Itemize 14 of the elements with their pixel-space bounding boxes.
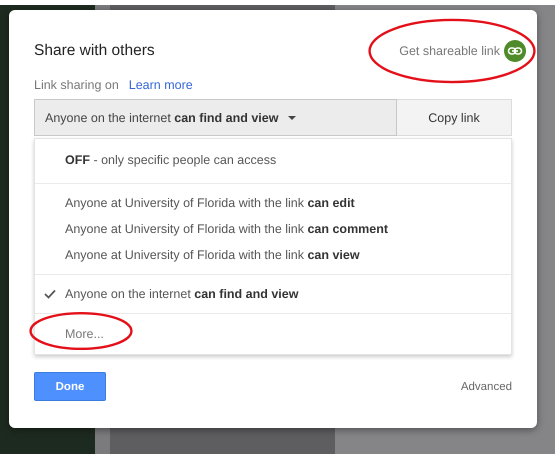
menu-item[interactable]: More... (35, 320, 511, 348)
menu-item[interactable]: Anyone at University of Florida with the link can comment (35, 216, 511, 242)
menu-item[interactable]: OFF - only specific people can access (35, 147, 511, 173)
copy-link-button[interactable]: Copy link (397, 99, 512, 136)
dialog-title: Share with others (34, 42, 155, 60)
advanced-link[interactable]: Advanced (460, 380, 512, 392)
menu-item[interactable]: Anyone at University of Florida with the link can view (35, 242, 511, 268)
caret-icon (288, 116, 296, 120)
learn-more-link[interactable]: Learn more (128, 78, 193, 92)
menu-item[interactable]: Anyone on the internet can find and view (35, 281, 511, 307)
menu-item[interactable]: Anyone at University of Florida with the link can edit (35, 190, 511, 216)
link-icon (504, 40, 526, 62)
access-dropdown[interactable]: Anyone on the internet can find and view (34, 99, 397, 136)
link-sharing-label: Link sharing on (34, 78, 119, 92)
